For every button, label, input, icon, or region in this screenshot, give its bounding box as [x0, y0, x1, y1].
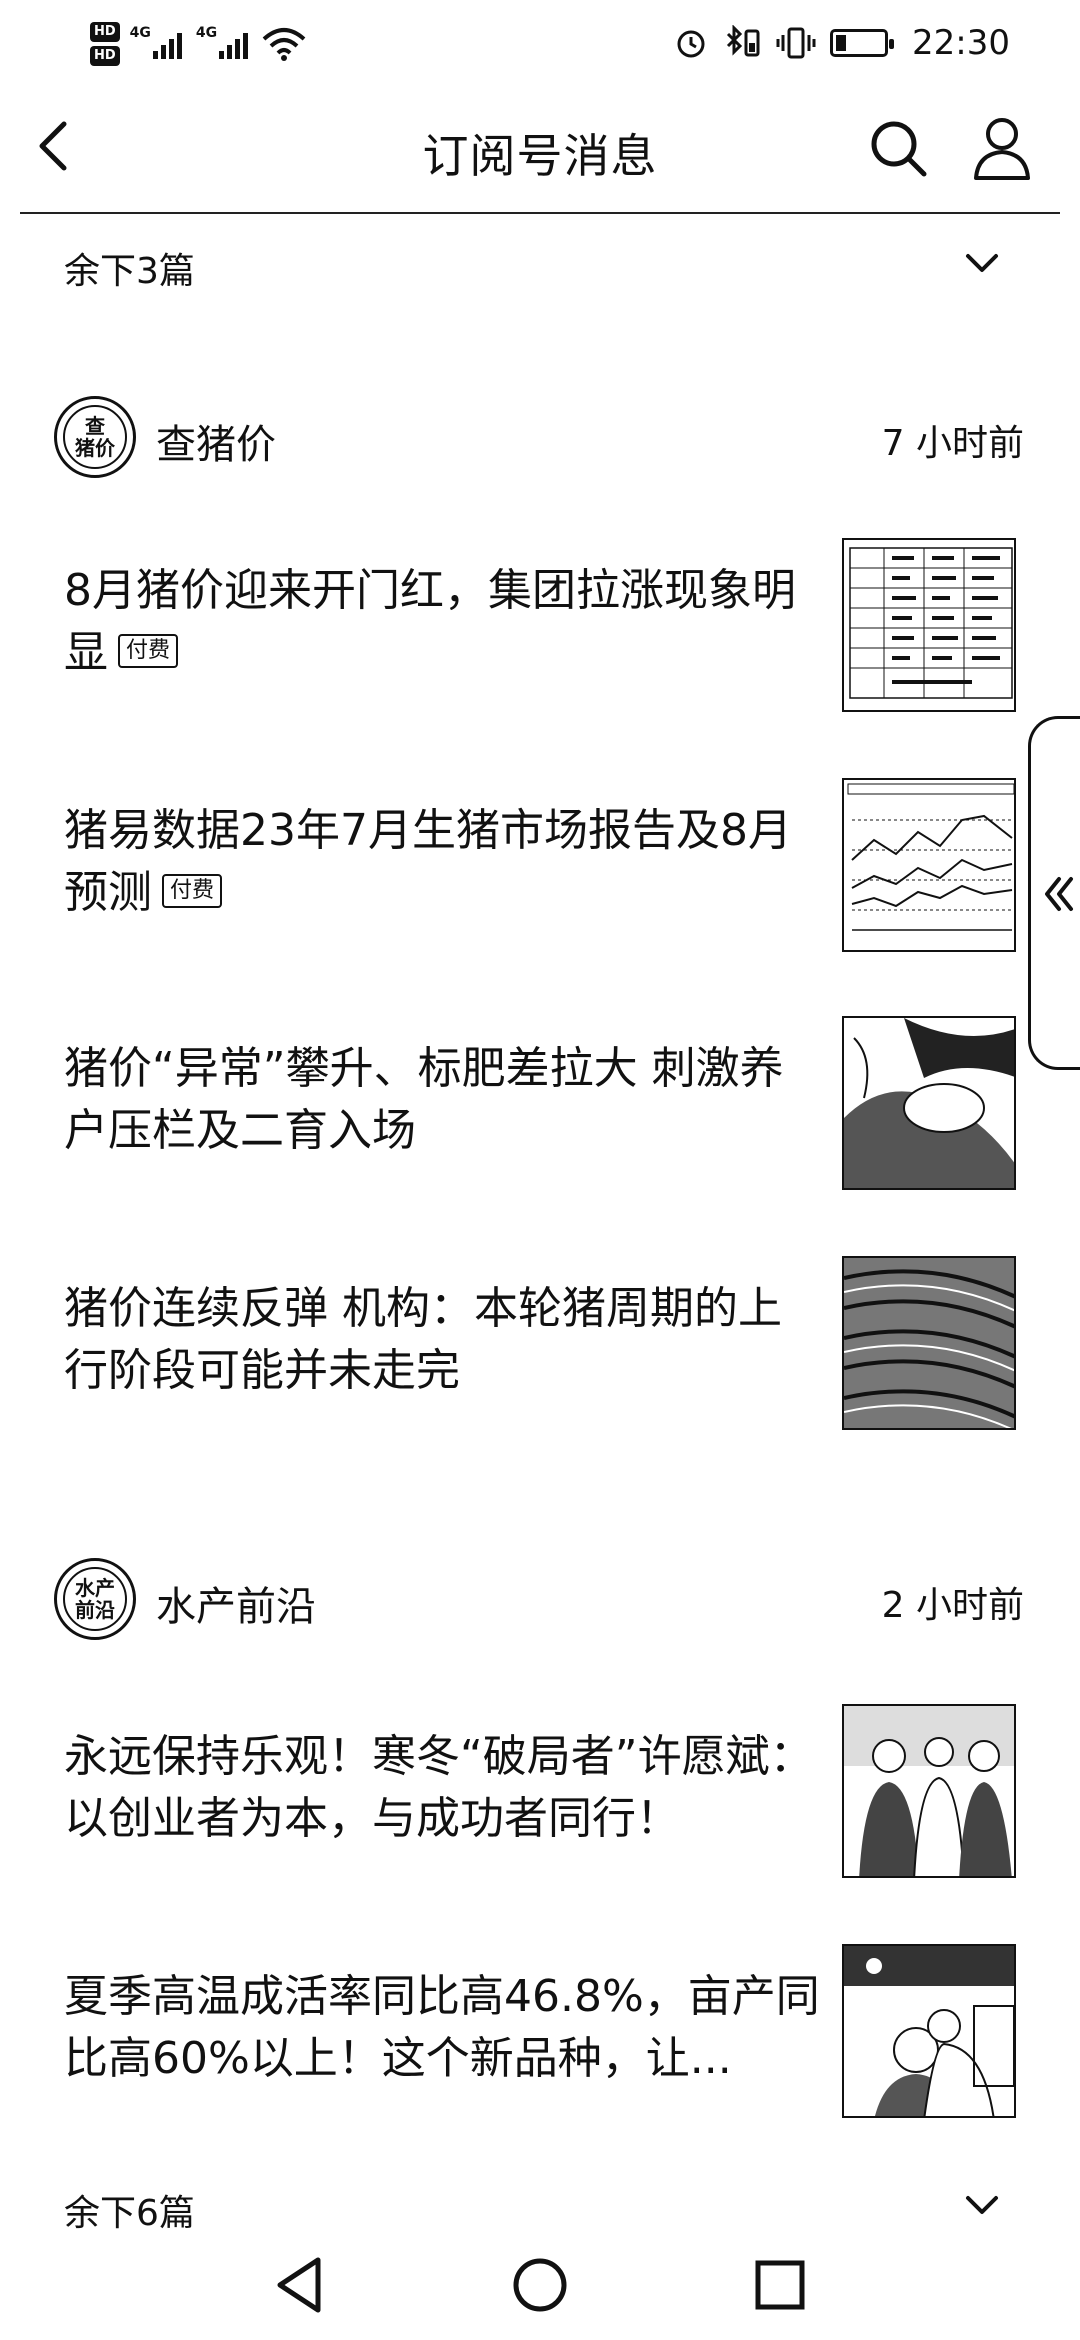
- signal-2-icon: 4G: [196, 25, 249, 59]
- article-thumbnail-linechart: [842, 778, 1016, 952]
- status-left: HD HD 4G 4G: [90, 14, 306, 74]
- article-thumbnail-table: [842, 538, 1016, 712]
- account-header-shuichanqianyan[interactable]: 水产 前沿 水产前沿 2 小时前: [0, 1552, 1080, 1648]
- article-thumbnail-photo: [842, 1256, 1016, 1430]
- header-divider: [20, 212, 1060, 214]
- article-thumbnail-photo: [842, 1944, 1016, 2118]
- paid-tag: 付费: [162, 874, 223, 908]
- account-name: 水产前沿: [156, 1584, 316, 1630]
- nav-home-icon[interactable]: [505, 2250, 575, 2320]
- hd-indicators: HD HD: [90, 22, 120, 66]
- nav-back-icon[interactable]: [266, 2250, 336, 2320]
- article-item[interactable]: 永远保持乐观！寒冬“破局者”许愿斌：以创业者为本，与成功者同行！: [0, 1704, 1080, 1884]
- paid-tag: 付费: [118, 634, 179, 668]
- remaining-label: 余下3篇: [64, 251, 195, 292]
- battery-icon: [830, 29, 895, 57]
- status-bar: HD HD 4G 4G 22:30: [0, 0, 1080, 86]
- article-item[interactable]: 猪价“异常”攀升、标肥差拉大 刺激养户压栏及二育入场: [0, 1016, 1080, 1196]
- profile-icon[interactable]: [970, 114, 1034, 182]
- article-title: 永远保持乐观！寒冬“破局者”许愿斌：以创业者为本，与成功者同行！: [64, 1731, 814, 1844]
- double-chevron-left-icon: [1045, 877, 1073, 911]
- remaining-label: 余下6篇: [64, 2193, 195, 2234]
- search-icon[interactable]: [866, 116, 930, 180]
- avatar[interactable]: 查 猪价: [54, 396, 136, 478]
- chevron-down-icon: [966, 254, 998, 272]
- article-thumbnail-photo: [842, 1016, 1016, 1190]
- side-drawer-handle[interactable]: [1028, 716, 1080, 1070]
- hd-badge-1: HD: [90, 22, 120, 42]
- account-name: 查猪价: [156, 422, 276, 468]
- remaining-articles-toggle-top[interactable]: 余下3篇: [0, 218, 1080, 308]
- article-item[interactable]: 猪价连续反弹 机构：本轮猪周期的上行阶段可能并未走完: [0, 1256, 1080, 1436]
- account-header-zhazhujia[interactable]: 查 猪价 查猪价 7 小时前: [0, 390, 1080, 486]
- wifi-icon: [262, 28, 306, 61]
- vibrate-icon: [776, 27, 816, 59]
- article-title: 夏季高温成活率同比高46.8%，亩产同比高60%以上！这个新品种，让...: [64, 1971, 820, 2084]
- article-item[interactable]: 猪易数据23年7月生猪市场报告及8月预测 付费: [0, 778, 1080, 958]
- clock: 22:30: [912, 23, 1010, 63]
- article-title: 8月猪价迎来开门红，集团拉涨现象明显 付费: [64, 565, 796, 678]
- bluetooth-battery-icon: [726, 25, 760, 57]
- status-right: 22:30: [674, 18, 1010, 68]
- chevron-down-icon: [966, 2196, 998, 2214]
- article-item[interactable]: 8月猪价迎来开门红，集团拉涨现象明显 付费: [0, 538, 1080, 718]
- article-thumbnail-photo: [842, 1704, 1016, 1878]
- signal-1-icon: 4G: [130, 25, 182, 59]
- account-time: 2 小时前: [881, 1585, 1024, 1626]
- alarm-icon: [677, 30, 705, 58]
- account-time: 7 小时前: [881, 423, 1024, 464]
- system-nav-bar: [0, 2230, 1080, 2340]
- hd-badge-2: HD: [90, 46, 120, 66]
- article-title: 猪价“异常”攀升、标肥差拉大 刺激养户压栏及二育入场: [64, 1043, 784, 1156]
- article-title: 猪易数据23年7月生猪市场报告及8月预测 付费: [64, 805, 792, 918]
- avatar[interactable]: 水产 前沿: [54, 1558, 136, 1640]
- header: 订阅号消息: [0, 86, 1080, 214]
- nav-recents-icon[interactable]: [745, 2250, 815, 2320]
- article-title: 猪价连续反弹 机构：本轮猪周期的上行阶段可能并未走完: [64, 1283, 782, 1396]
- article-item[interactable]: 夏季高温成活率同比高46.8%，亩产同比高60%以上！这个新品种，让...: [0, 1944, 1080, 2124]
